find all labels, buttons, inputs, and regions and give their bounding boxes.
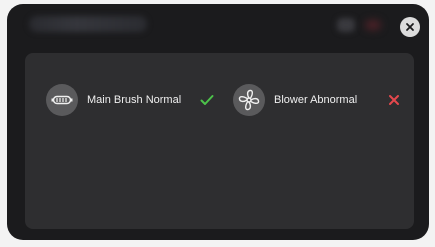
status-panel: Main Brush Normal Blower Abnormal	[25, 53, 414, 229]
cross-icon	[389, 95, 399, 105]
blower-label: Blower Abnormal	[274, 94, 358, 106]
device-status-dialog: Main Brush Normal Blower Abnormal	[7, 4, 429, 240]
dialog-header	[7, 4, 429, 50]
blower-icon-badge	[233, 84, 265, 116]
main-brush-icon-badge	[46, 84, 78, 116]
main-brush-label: Main Brush Normal	[87, 94, 182, 106]
main-brush-icon	[51, 95, 73, 105]
check-icon	[200, 95, 214, 105]
blower-error-status	[387, 93, 401, 107]
main-brush-ok-status	[200, 93, 214, 107]
blurred-title	[29, 16, 147, 32]
blurred-header-badge	[365, 20, 381, 30]
close-icon	[406, 23, 414, 31]
blurred-header-icon	[337, 18, 355, 32]
blower-status-item: Blower Abnormal	[233, 84, 357, 116]
close-button[interactable]	[400, 17, 420, 37]
main-brush-status-item: Main Brush Normal	[46, 84, 181, 116]
blower-fan-icon	[238, 89, 260, 111]
